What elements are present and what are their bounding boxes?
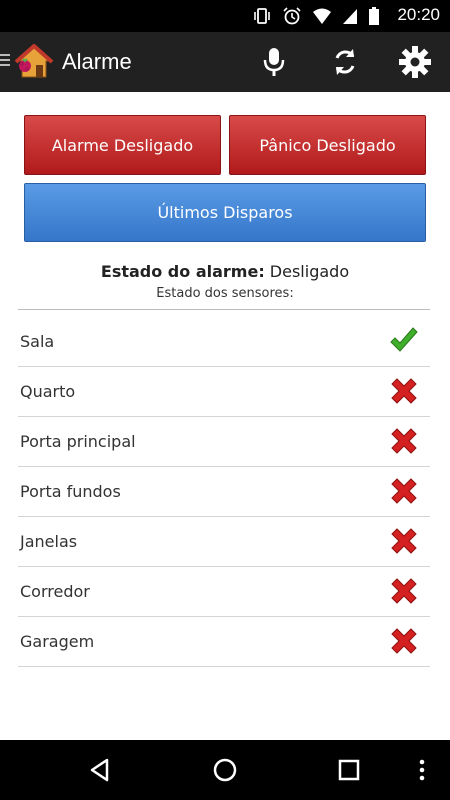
alarm-state-label: Estado do alarme: [100, 262, 265, 281]
panic-toggle-button[interactable]: Pânico Desligado [229, 115, 426, 175]
cross-icon [388, 425, 420, 457]
sensor-name: Porta fundos [20, 482, 121, 501]
sensors-header: Estado dos sensores: [156, 286, 294, 301]
sensor-name: Quarto [20, 382, 76, 401]
signal-icon [342, 7, 358, 29]
microphone-icon[interactable] [256, 44, 292, 80]
alarm-toggle-button[interactable]: Alarme Desligado [24, 115, 221, 175]
overflow-menu-icon[interactable] [410, 754, 434, 786]
sensor-name: Corredor [20, 582, 90, 601]
main-content: Alarme Desligado Pânico Desligado Último… [0, 92, 450, 740]
sensor-name: Porta principal [20, 432, 136, 451]
action-bar: Alarme [0, 32, 450, 92]
divider [18, 309, 430, 310]
sensor-name: Janelas [20, 532, 78, 551]
cross-icon [388, 525, 420, 557]
sensor-row: Janelas [18, 517, 430, 567]
sensor-row: Porta fundos [18, 467, 430, 517]
back-icon[interactable] [84, 754, 116, 786]
recent-apps-icon[interactable] [333, 754, 365, 786]
sensor-name: Garagem [20, 632, 95, 651]
clock-time: 20:20 [397, 5, 440, 24]
cross-icon [388, 575, 420, 607]
wifi-icon [312, 6, 332, 30]
home-icon[interactable] [209, 754, 241, 786]
alarm-state-value: Desligado [264, 262, 350, 281]
sensor-row: Corredor [18, 567, 430, 617]
battery-icon [368, 6, 380, 30]
sensor-row: Quarto [18, 367, 430, 417]
check-icon [388, 325, 420, 357]
sensor-row: Garagem [18, 617, 430, 667]
cross-icon [388, 625, 420, 657]
cross-icon [388, 475, 420, 507]
app-title: Alarme [62, 49, 132, 74]
alarm-clock-icon [282, 6, 302, 30]
sensor-row: Sala [18, 317, 430, 367]
cross-icon [388, 375, 420, 407]
refresh-icon[interactable] [327, 44, 363, 80]
drawer-menu-icon[interactable] [0, 54, 10, 69]
last-triggers-button[interactable]: Últimos Disparos [24, 183, 426, 242]
sensor-name: Sala [20, 332, 55, 351]
settings-gear-icon[interactable] [397, 44, 433, 80]
status-bar: 20:20 [0, 0, 450, 32]
app-logo-house-icon[interactable] [14, 43, 54, 80]
vibrate-icon [252, 6, 272, 30]
navigation-bar [0, 740, 450, 800]
sensor-row: Porta principal [18, 417, 430, 467]
alarm-state-line: Estado do alarme: Desligado [0, 262, 450, 281]
